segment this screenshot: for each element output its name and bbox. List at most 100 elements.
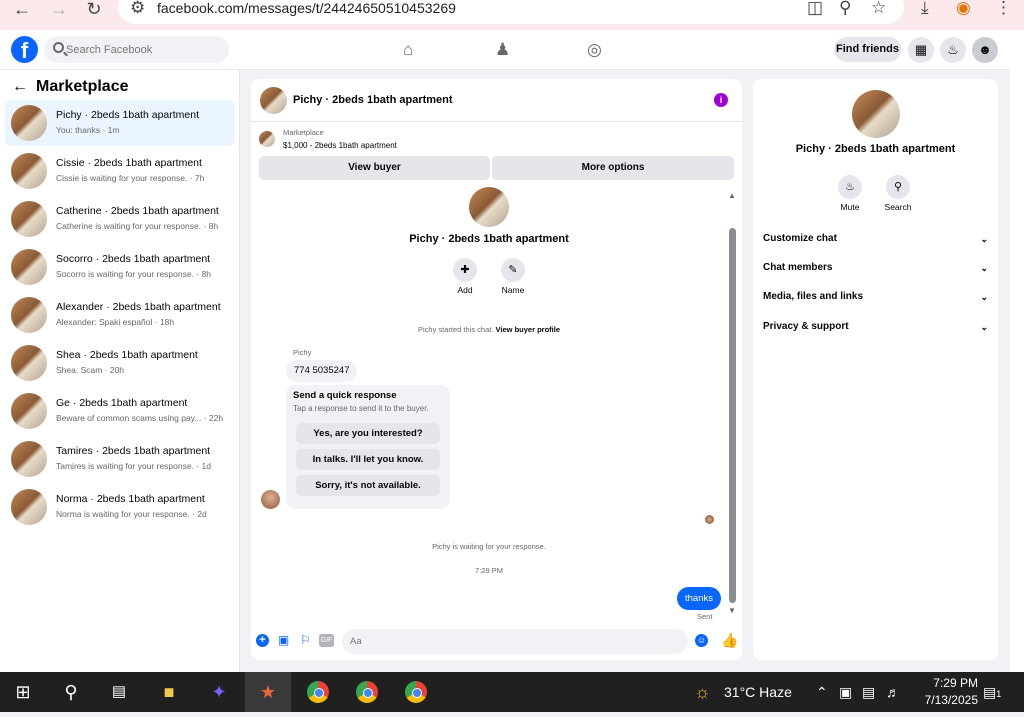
chat-avatar[interactable] (260, 87, 287, 114)
plus-actions-icon[interactable]: + (256, 634, 269, 647)
bookmark-star-icon[interactable]: ☆ (871, 0, 886, 16)
customize-chat-item[interactable]: Customize chat ⌄ (763, 229, 988, 249)
search-input[interactable] (66, 36, 221, 63)
sender-avatar[interactable] (261, 490, 280, 509)
url-text[interactable]: facebook.com/messages/t/2442465051045326… (157, 0, 456, 16)
quick-response-option[interactable]: In talks. I'll let you know. (296, 449, 440, 470)
conversation-item[interactable]: Cissie · 2beds 1bath apartment Cissie is … (5, 148, 235, 194)
task-view-icon[interactable]: ▤ (96, 672, 142, 712)
site-info-icon[interactable]: ⚙ (130, 0, 145, 16)
chrome-icon[interactable] (295, 672, 341, 712)
conversation-item[interactable]: Norma · 2beds 1bath apartment Norma is wa… (5, 484, 235, 530)
menu-grid-icon[interactable]: ▦ (908, 37, 934, 63)
weather-text[interactable]: 31°C Haze (724, 672, 792, 712)
home-icon[interactable]: ⌂ (403, 40, 413, 60)
back-icon[interactable]: ← (9, 0, 35, 22)
thumbs-up-icon[interactable]: 👍 (721, 632, 738, 649)
chat-members-item[interactable]: Chat members ⌄ (763, 258, 988, 278)
listing-thumbnail[interactable] (259, 131, 275, 147)
privacy-support-label: Privacy & support (763, 321, 849, 332)
conversation-title: Cissie · 2beds 1bath apartment (56, 157, 202, 169)
panel-title: Marketplace (36, 78, 129, 95)
media-files-links-label: Media, files and links (763, 291, 864, 302)
conversation-title: Tamires · 2beds 1bath apartment (56, 445, 211, 457)
conversation-item[interactable]: Pichy · 2beds 1bath apartment You: thanks… (5, 100, 235, 146)
network-icon[interactable]: ▤ (862, 672, 875, 712)
conversation-item[interactable]: Ge · 2beds 1bath apartment Beware of comm… (5, 388, 235, 434)
conversation-snippet: Alexander: Spaki español · 18h (56, 317, 175, 327)
customize-chat-label: Customize chat (763, 233, 837, 244)
page-scrollbar[interactable] (1010, 30, 1024, 672)
notification-icon[interactable]: ▤1 (983, 672, 1001, 712)
add-person-icon[interactable]: ✚ (453, 258, 477, 282)
download-icon[interactable]: ⤓ (921, 0, 929, 16)
conversation-title: Catherine · 2beds 1bath apartment (56, 205, 219, 217)
view-buyer-button[interactable]: View buyer (259, 156, 490, 180)
privacy-support-item[interactable]: Privacy & support ⌄ (763, 317, 988, 337)
conversation-item[interactable]: Alexander · 2beds 1bath apartment Alexand… (5, 292, 235, 338)
reload-icon[interactable]: ↻ (81, 0, 107, 22)
zoom-icon[interactable]: ⚲ (839, 0, 851, 16)
edit-name-icon[interactable]: ✎ (501, 258, 525, 282)
search-conversation-icon[interactable]: ⚲ (886, 175, 910, 199)
find-friends-button[interactable]: Find friends (834, 37, 901, 62)
sticker-icon[interactable]: ⚐ (299, 634, 312, 647)
view-buyer-profile-link[interactable]: View buyer profile (496, 325, 560, 334)
app-icon[interactable]: ★ (245, 672, 291, 712)
search-box[interactable] (44, 36, 229, 63)
conversation-item[interactable]: Catherine · 2beds 1bath apartment Catheri… (5, 196, 235, 242)
info-icon[interactable]: i (714, 93, 728, 107)
scroll-down-arrow[interactable]: ▼ (728, 606, 736, 615)
account-avatar[interactable]: ☻ (972, 37, 998, 63)
browser-toolbar: ← → ↻ ⚙ facebook.com/messages/t/24424650… (0, 0, 1024, 30)
quick-response-option[interactable]: Yes, are you interested? (296, 423, 440, 444)
camera-icon[interactable]: ▣ (839, 672, 852, 712)
tray-chevron-icon[interactable]: ⌃ (816, 672, 828, 712)
outgoing-message: thanks (677, 587, 721, 610)
menu-kebab-icon[interactable]: ⋮ (995, 0, 1012, 16)
gif-icon[interactable]: GIF (319, 634, 334, 647)
conversation-snippet: Tamires is waiting for your response. · … (56, 461, 211, 471)
media-files-links-item[interactable]: Media, files and links ⌄ (763, 287, 988, 307)
taskbar-search-icon[interactable]: ⚲ (48, 672, 94, 712)
notifications-bell-icon[interactable]: ♨ (940, 37, 966, 63)
listing-title[interactable]: $1,000 - 2beds 1bath apartment (283, 141, 397, 150)
profile-icon[interactable]: ◉ (956, 0, 971, 16)
conversation-list-panel: ← Marketplace Pichy · 2beds 1bath apartme… (0, 70, 240, 672)
groups-icon[interactable]: ◎ (587, 40, 602, 60)
chat-title[interactable]: Pichy · 2beds 1bath apartment (293, 94, 453, 106)
message-input-box[interactable] (342, 629, 688, 654)
conversation-item[interactable]: Tamires · 2beds 1bath apartment Tamires i… (5, 436, 235, 482)
back-arrow-icon[interactable]: ← (12, 78, 28, 95)
forward-icon[interactable]: → (46, 0, 72, 22)
install-app-icon[interactable]: ◫ (807, 0, 823, 16)
volume-icon[interactable]: ♬ (886, 672, 900, 712)
details-avatar[interactable] (852, 90, 900, 138)
profile-avatar[interactable] (469, 187, 509, 227)
copilot-icon[interactable]: ✦ (196, 672, 242, 712)
file-explorer-icon[interactable]: ■ (146, 672, 192, 712)
chrome-profile-icon[interactable] (393, 672, 439, 712)
quick-response-option[interactable]: Sorry, it's not available. (296, 475, 440, 496)
system-clock[interactable]: 7:29 PM 7/13/2025 (908, 675, 978, 709)
conversation-title: Shea · 2beds 1bath apartment (56, 349, 198, 361)
facebook-header: f ⌂ ♟ ◎ Find friends ▦ ♨ ☻ (0, 30, 1010, 70)
conversation-title: Ge · 2beds 1bath apartment (56, 397, 188, 409)
photo-icon[interactable]: ▣ (277, 634, 290, 647)
conversation-item[interactable]: Shea · 2beds 1bath apartment Shea: Scam ·… (5, 340, 235, 386)
conversation-avatar (11, 393, 47, 429)
friends-icon[interactable]: ♟ (495, 40, 510, 60)
scrollbar-thumb[interactable] (729, 228, 736, 603)
scroll-up-arrow[interactable]: ▲ (728, 191, 736, 200)
conversation-item[interactable]: Socorro · 2beds 1bath apartment Socorro i… (5, 244, 235, 290)
conversation-title: Socorro · 2beds 1bath apartment (56, 253, 211, 265)
chrome-profile-icon[interactable] (344, 672, 390, 712)
windows-taskbar: ⊞ ⚲ ▤ ■ ✦ ★ ☼ 31°C Haze ⌃ ▣ ▤ ♬ 7:29 PM 7… (0, 672, 1024, 712)
weather-icon[interactable]: ☼ (694, 672, 711, 712)
facebook-logo[interactable]: f (11, 36, 38, 63)
bell-mute-icon[interactable]: ♨ (838, 175, 862, 199)
windows-start-icon[interactable]: ⊞ (0, 672, 46, 712)
emoji-icon[interactable]: ☺ (695, 634, 708, 647)
message-input[interactable] (350, 629, 650, 654)
more-options-button[interactable]: More options (492, 156, 734, 180)
